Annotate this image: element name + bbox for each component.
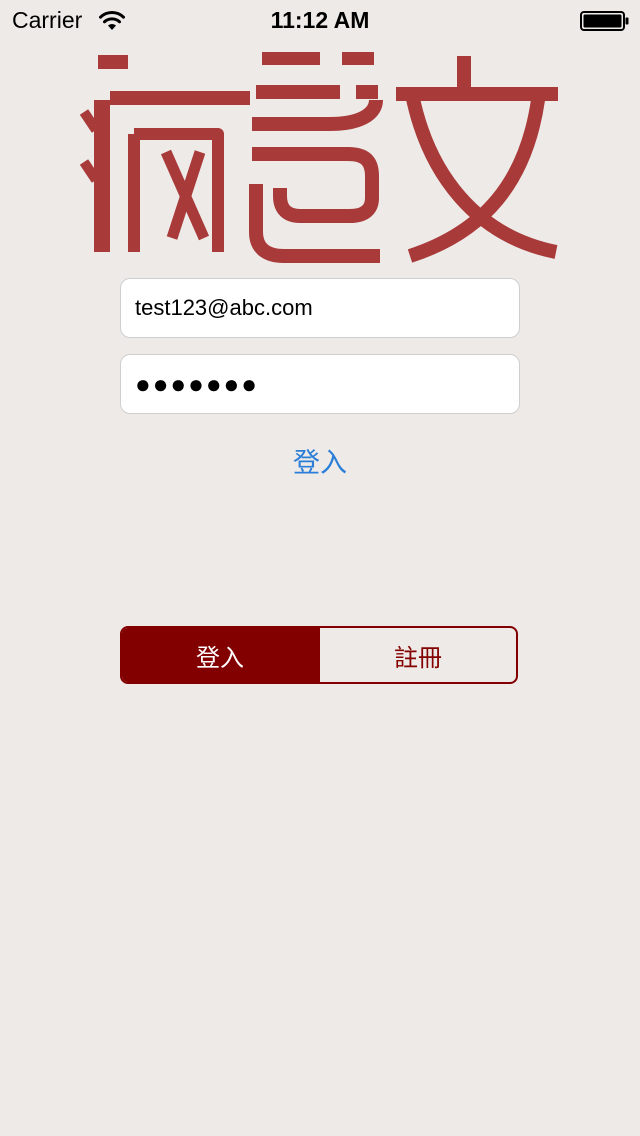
password-mask: ●●●●●●● <box>135 369 259 399</box>
status-time: 11:12 AM <box>270 7 370 33</box>
segment-register[interactable]: 註冊 <box>318 628 516 682</box>
password-field[interactable]: ●●●●●●● <box>120 354 520 414</box>
app-logo <box>80 52 558 263</box>
login-button[interactable]: 登入 <box>120 440 520 480</box>
battery-icon <box>580 11 629 31</box>
segment-login[interactable]: 登入 <box>122 628 318 682</box>
email-field[interactable] <box>120 278 520 338</box>
login-register-segmented-control: 登入 註冊 <box>120 626 518 684</box>
status-bar: Carrier 11:12 AM <box>0 0 640 40</box>
